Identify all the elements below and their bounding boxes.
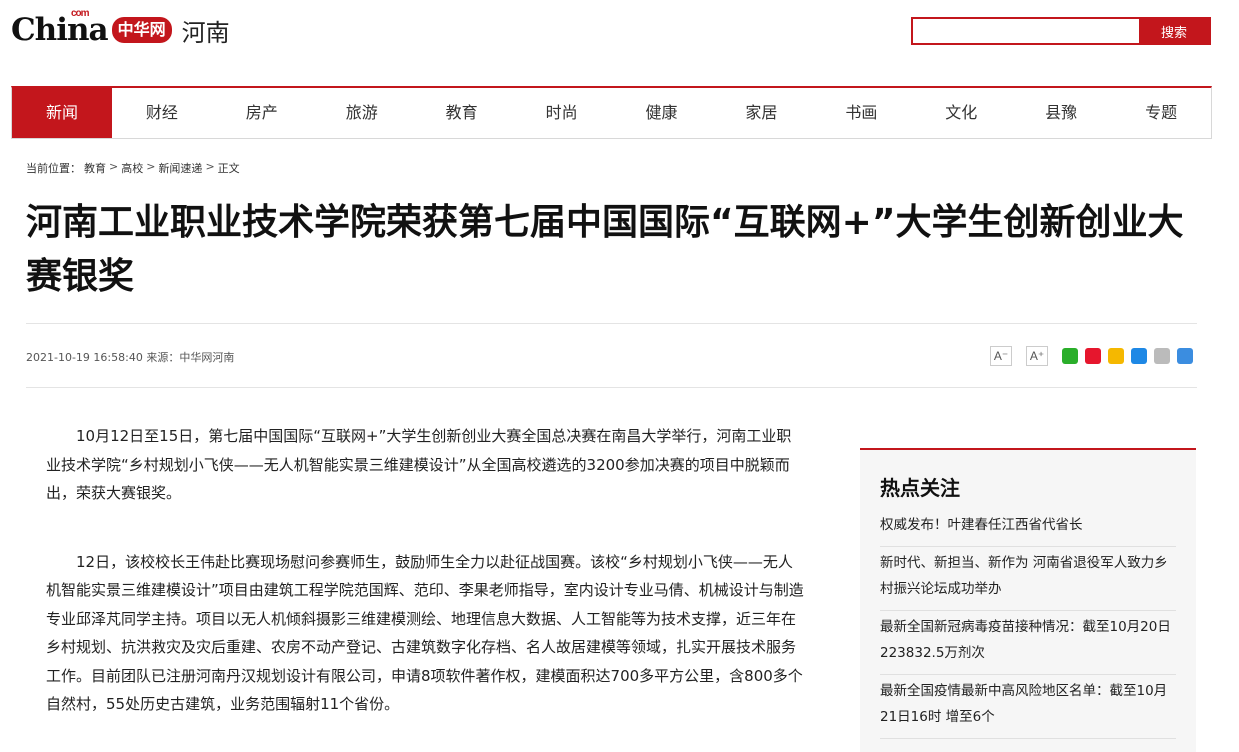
article-tools: A⁻ A⁺ bbox=[990, 346, 1200, 366]
search-button[interactable]: 搜索 bbox=[1139, 19, 1209, 43]
search-input[interactable] bbox=[913, 19, 1139, 43]
divider bbox=[26, 323, 1197, 324]
region-label[interactable]: 河南 bbox=[182, 13, 230, 48]
search-box: 搜索 bbox=[911, 17, 1211, 45]
nav-item-9[interactable]: 文化 bbox=[911, 88, 1011, 138]
nav-item-11[interactable]: 专题 bbox=[1111, 88, 1211, 138]
nav-item-1[interactable]: 财经 bbox=[112, 88, 212, 138]
article-meta: 2021-10-19 16:58:40 来源：中华网河南 bbox=[26, 351, 235, 364]
print-icon[interactable] bbox=[1177, 348, 1193, 364]
qzone-icon[interactable] bbox=[1108, 348, 1124, 364]
nav-item-3[interactable]: 旅游 bbox=[312, 88, 412, 138]
logo-zh-badge: 中华网 bbox=[111, 17, 172, 43]
breadcrumb-separator: > bbox=[109, 160, 119, 173]
hot-topic-link[interactable]: 最新全国疫情最新中高风险地区名单：截至10月21日16时 增至6个 bbox=[880, 675, 1176, 739]
nav-item-10[interactable]: 县豫 bbox=[1011, 88, 1111, 138]
breadcrumb-separator: > bbox=[146, 160, 156, 173]
article-body: 10月12日至15日，第七届中国国际“互联网+”大学生创新创业大赛全国总决赛在南… bbox=[46, 422, 804, 752]
main-nav: 新闻 财经 房产 旅游 教育 时尚 健康 家居 书画 文化 县豫 专题 bbox=[11, 86, 1212, 139]
breadcrumb-separator: > bbox=[205, 160, 215, 173]
article-paragraph: 10月12日至15日，第七届中国国际“互联网+”大学生创新创业大赛全国总决赛在南… bbox=[46, 427, 792, 502]
hot-topics-panel: 热点关注 权威发布！叶建春任江西省代省长 新时代、新担当、新作为 河南省退役军人… bbox=[860, 448, 1196, 752]
hot-topics-title: 热点关注 bbox=[880, 476, 960, 500]
wechat-icon[interactable] bbox=[1062, 348, 1078, 364]
site-header: China com 中华网 河南 搜索 bbox=[0, 0, 1239, 70]
logo-china-text: China com bbox=[11, 8, 109, 48]
breadcrumb: 当前位置： 教育 > 高校 > 新闻速递 > 正文 bbox=[26, 160, 240, 176]
nav-item-8[interactable]: 书画 bbox=[811, 88, 911, 138]
breadcrumb-item-news[interactable]: 新闻速递 bbox=[158, 160, 202, 176]
article-title: 河南工业职业技术学院荣获第七届中国国际“互联网+”大学生创新创业大赛银奖 bbox=[26, 202, 1184, 297]
nav-item-6[interactable]: 健康 bbox=[612, 88, 712, 138]
breadcrumb-item-college[interactable]: 高校 bbox=[121, 160, 143, 176]
hot-topic-link[interactable]: 权威发布！叶建春任江西省代省长 bbox=[880, 509, 1176, 547]
divider bbox=[26, 387, 1197, 388]
nav-item-2[interactable]: 房产 bbox=[212, 88, 312, 138]
copy-icon[interactable] bbox=[1154, 348, 1170, 364]
weibo-icon[interactable] bbox=[1085, 348, 1101, 364]
font-smaller-button[interactable]: A⁻ bbox=[990, 346, 1012, 366]
font-larger-button[interactable]: A⁺ bbox=[1026, 346, 1048, 366]
breadcrumb-item-education[interactable]: 教育 bbox=[84, 160, 106, 176]
nav-item-0[interactable]: 新闻 bbox=[12, 88, 112, 138]
nav-item-7[interactable]: 家居 bbox=[711, 88, 811, 138]
breadcrumb-item-current: 正文 bbox=[217, 162, 240, 175]
qq-icon[interactable] bbox=[1131, 348, 1147, 364]
breadcrumb-prefix: 当前位置： bbox=[26, 162, 81, 175]
hot-topic-link[interactable]: 最新全国新冠病毒疫苗接种情况：截至10月20日 223832.5万剂次 bbox=[880, 611, 1176, 675]
nav-item-4[interactable]: 教育 bbox=[412, 88, 512, 138]
hot-topic-link[interactable]: 新时代、新担当、新作为 河南省退役军人致力乡村振兴论坛成功举办 bbox=[880, 547, 1176, 611]
article-paragraph: 12日，该校校长王伟赴比赛现场慰问参赛师生，鼓励师生全力以赴征战国赛。该校“乡村… bbox=[46, 552, 804, 714]
site-logo[interactable]: China com 中华网 河南 bbox=[11, 8, 230, 48]
nav-item-5[interactable]: 时尚 bbox=[512, 88, 612, 138]
share-bar bbox=[1062, 348, 1200, 364]
